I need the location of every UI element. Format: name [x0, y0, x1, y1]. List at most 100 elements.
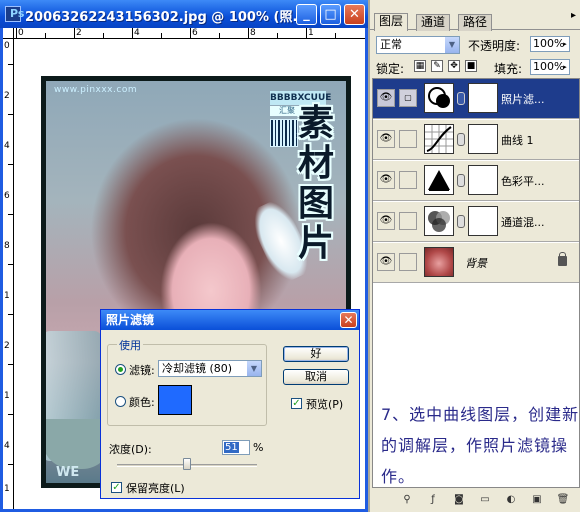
- photo-filter-adjustment-icon: [424, 83, 454, 113]
- ruler-label: 2: [76, 28, 82, 38]
- filter-select-value: 冷却滤镜 (80): [162, 362, 233, 375]
- eye-icon[interactable]: 👁: [377, 253, 395, 271]
- eye-icon[interactable]: 👁: [377, 212, 395, 230]
- photo-stamp: BBBBXCUUE 汇聚 素材图片: [264, 89, 346, 263]
- lock-move-icon[interactable]: ✥: [448, 60, 460, 72]
- new-adjustment-layer-icon[interactable]: ◐: [504, 493, 518, 507]
- background-thumbnail: [424, 247, 454, 277]
- layer-row-channel-mixer[interactable]: 👁 通道混...: [373, 202, 579, 242]
- layers-bottom-toolbar: ⚲ ƒ ◙ ▭ ◐ ▣ 🗑: [370, 490, 580, 510]
- preserve-luminosity-checkbox[interactable]: ✓: [111, 482, 122, 493]
- new-group-icon[interactable]: ▭: [478, 493, 492, 507]
- chevron-down-icon: ▼: [445, 37, 459, 53]
- filter-select[interactable]: 冷却滤镜 (80) ▼: [158, 360, 262, 377]
- photo-watermark: www.pinxxx.com: [54, 85, 138, 95]
- cancel-button[interactable]: 取消: [283, 369, 349, 385]
- ruler-label: 1: [308, 28, 314, 38]
- panel-tabs: 图层 通道 路径: [370, 10, 580, 31]
- chain-link-icon[interactable]: [457, 92, 465, 105]
- lock-all-icon[interactable]: ■: [465, 60, 477, 72]
- dialog-close-button[interactable]: ✕: [340, 312, 357, 328]
- density-input[interactable]: 51: [222, 440, 250, 455]
- link-layers-icon[interactable]: ⚲: [400, 493, 414, 507]
- layers-panel: 图层 通道 路径 ▸ 正常 ▼ 不透明度: 100% ▸ 锁定: ▦ ✎ ✥ ■ …: [368, 0, 580, 512]
- eye-icon[interactable]: 👁: [377, 89, 395, 107]
- density-unit: %: [253, 441, 264, 454]
- eye-icon[interactable]: 👁: [377, 130, 395, 148]
- fill-label: 填充:: [494, 62, 523, 76]
- ruler-label: 0: [18, 28, 24, 38]
- minimize-button[interactable]: _: [296, 4, 317, 25]
- vertical-ruler[interactable]: 0 2 4 6 8 1 2 1 4 1: [3, 39, 14, 509]
- filter-label: 滤镜:: [129, 364, 155, 377]
- use-group-label: 使用: [117, 337, 143, 353]
- tutorial-instruction: 7、选中曲线图层，创建新的调解层，作照片滤镜操作。: [381, 405, 580, 486]
- ruler-label: 6: [192, 28, 198, 38]
- photo-filter-dialog: 照片滤镜 ✕ 使用 滤镜: 冷却滤镜 (80) ▼ 颜色: 好 取消 ✓ 预览(…: [100, 309, 360, 499]
- layer-row-color-balance[interactable]: 👁 色彩平...: [373, 161, 579, 201]
- layer-name: 通道混...: [501, 216, 545, 229]
- maximize-button[interactable]: □: [320, 4, 341, 25]
- document-titlebar[interactable]: Ps 20063262243156302.jpg @ 100% (照... _ …: [0, 0, 368, 28]
- density-label: 浓度(D):: [109, 443, 152, 456]
- ruler-label: 4: [134, 28, 140, 38]
- link-icon[interactable]: [399, 130, 417, 148]
- ruler-origin[interactable]: [3, 28, 14, 39]
- close-button[interactable]: ✕: [344, 4, 365, 25]
- tab-paths[interactable]: 路径: [458, 14, 493, 31]
- layer-mask-thumbnail[interactable]: [468, 83, 498, 113]
- opacity-field[interactable]: 100% ▸: [530, 36, 570, 52]
- panel-menu-icon[interactable]: ▸: [571, 10, 576, 21]
- link-icon[interactable]: [399, 212, 417, 230]
- curves-adjustment-icon: [424, 124, 454, 154]
- filter-radio[interactable]: [115, 364, 126, 375]
- ruler-label: 1: [4, 291, 10, 301]
- blend-mode-value: 正常: [380, 38, 402, 51]
- photoshop-app-icon: Ps: [5, 6, 24, 22]
- new-layer-icon[interactable]: ▣: [530, 493, 544, 507]
- layer-mask-thumbnail[interactable]: [468, 124, 498, 154]
- ruler-label: 1: [4, 484, 10, 494]
- color-swatch[interactable]: [158, 385, 192, 415]
- chain-link-icon[interactable]: [457, 215, 465, 228]
- layer-name: 照片滤...: [501, 93, 545, 106]
- eye-icon[interactable]: 👁: [377, 171, 395, 189]
- chevron-down-icon: ▼: [246, 361, 261, 376]
- photo-bottom-text: WE: [56, 465, 80, 480]
- trash-icon[interactable]: 🗑: [556, 493, 570, 507]
- layer-row-photo-filter[interactable]: 👁 ▢ 照片滤...: [373, 79, 579, 119]
- lock-label: 锁定:: [376, 62, 405, 76]
- preview-checkbox[interactable]: ✓: [291, 398, 302, 409]
- channel-mixer-adjustment-icon: [424, 206, 454, 236]
- tab-channels[interactable]: 通道: [416, 14, 451, 31]
- layer-row-background[interactable]: 👁 背景: [373, 243, 579, 283]
- barcode-icon: [270, 119, 298, 147]
- ruler-label: 0: [4, 41, 10, 51]
- color-label: 颜色:: [129, 396, 155, 409]
- blend-mode-select[interactable]: 正常 ▼: [376, 36, 460, 54]
- color-radio[interactable]: [115, 396, 126, 407]
- lock-transparency-icon[interactable]: ▦: [414, 60, 426, 72]
- lock-paint-icon[interactable]: ✎: [431, 60, 443, 72]
- link-icon[interactable]: [399, 171, 417, 189]
- link-icon[interactable]: [399, 253, 417, 271]
- layer-mask-thumbnail[interactable]: [468, 206, 498, 236]
- add-mask-icon[interactable]: ◙: [452, 493, 466, 507]
- chain-link-icon[interactable]: [457, 133, 465, 146]
- layer-style-icon[interactable]: ƒ: [426, 493, 440, 507]
- dialog-title[interactable]: 照片滤镜: [101, 310, 359, 330]
- layer-mask-thumbnail[interactable]: [468, 165, 498, 195]
- chain-link-icon[interactable]: [457, 174, 465, 187]
- brush-icon[interactable]: ▢: [399, 89, 417, 107]
- density-slider-thumb[interactable]: [183, 458, 191, 470]
- opacity-label: 不透明度:: [468, 39, 521, 53]
- ruler-label: 2: [4, 91, 10, 101]
- lock-icon: [558, 252, 567, 266]
- horizontal-ruler[interactable]: 0 2 4 6 8 1: [14, 28, 365, 39]
- fill-field[interactable]: 100% ▸: [530, 59, 570, 75]
- ruler-label: 6: [4, 191, 10, 201]
- tab-layers[interactable]: 图层: [374, 13, 409, 31]
- ok-button[interactable]: 好: [283, 346, 349, 362]
- layer-row-curves[interactable]: 👁 曲线 1: [373, 120, 579, 160]
- color-balance-adjustment-icon: [424, 165, 454, 195]
